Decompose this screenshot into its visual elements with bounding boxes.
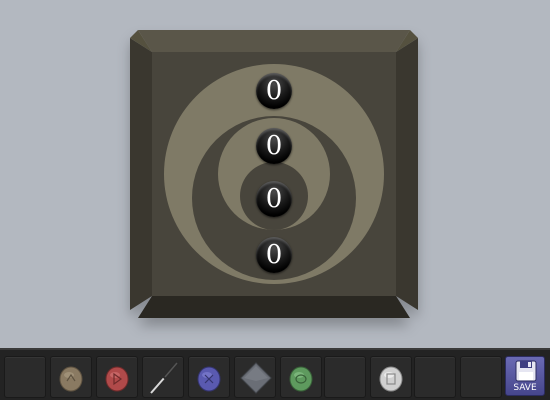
inventory-slot-7[interactable]	[280, 356, 322, 398]
inventory-slot-6[interactable]	[234, 356, 276, 398]
screwdriver-icon	[150, 361, 179, 394]
inventory-slot-2[interactable]	[50, 356, 92, 398]
blue-rune-stone-icon	[197, 366, 221, 392]
inventory-slot-8[interactable]	[324, 356, 366, 398]
digit-dial-1[interactable]: 0	[256, 73, 292, 109]
save-label: SAVE	[513, 383, 537, 393]
digit-dial-4[interactable]: 0	[256, 237, 292, 273]
save-button[interactable]: SAVE	[505, 356, 545, 396]
inventory-slot-11[interactable]	[460, 356, 502, 398]
game-scene: 0 0 0 0 SAVE	[0, 0, 550, 400]
red-rune-stone-icon	[105, 366, 129, 392]
inventory-slot-10[interactable]	[414, 356, 456, 398]
inventory-slot-5[interactable]	[188, 356, 230, 398]
inventory-slot-1[interactable]	[4, 356, 46, 398]
combination-box: 0 0 0 0	[130, 30, 418, 318]
inventory-slot-4[interactable]	[142, 356, 184, 398]
inventory-bar: SAVE	[0, 348, 550, 400]
white-rune-stone-icon	[379, 366, 403, 392]
digit-dial-3[interactable]: 0	[256, 181, 292, 217]
digit-dial-2[interactable]: 0	[256, 128, 292, 164]
inventory-slot-3[interactable]	[96, 356, 138, 398]
tan-rune-stone-icon	[59, 366, 83, 392]
grey-tile-icon	[240, 362, 272, 394]
green-rune-stone-icon	[289, 366, 313, 392]
inventory-slot-9[interactable]	[370, 356, 412, 398]
